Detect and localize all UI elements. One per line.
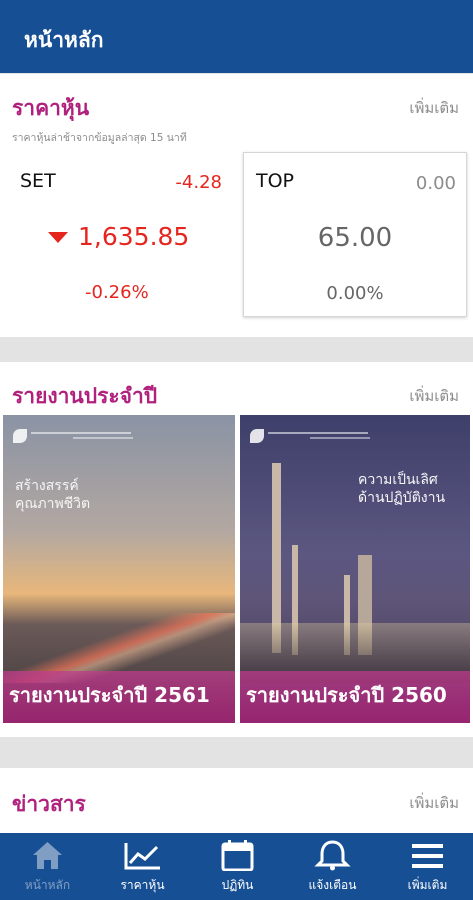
chart-icon [124, 843, 160, 870]
nav-more[interactable]: เพิ่มเติม [380, 833, 473, 900]
bell-icon [314, 840, 351, 871]
nav-label: เพิ่มเติม [407, 878, 448, 892]
section-title: ข่าวสาร [12, 792, 86, 816]
cover-title: สร้างสรรค์ คุณภาพชีวิต [15, 478, 91, 512]
page-title: หน้าหลัก [24, 28, 104, 52]
nav-label: ราคาหุ้น [120, 878, 165, 892]
nav-label: แจ้งเตือน [308, 878, 357, 892]
nav-calendar[interactable]: ปฏิทิน [190, 833, 285, 900]
top-stock-card[interactable]: TOP 0.00 65.00 0.00% [243, 152, 467, 317]
thaioil-logo [13, 429, 133, 443]
cover-title: ความเป็นเลิศ ด้านปฏิบัติงาน [358, 472, 446, 506]
annual-report-2561[interactable]: สร้างสรรค์ คุณภาพชีวิต รายงานประจำปี 256… [3, 415, 235, 723]
nav-notifications[interactable]: แจ้งเตือน [285, 833, 380, 900]
top-price: 65.00 [317, 223, 393, 253]
set-index-card[interactable]: SET -4.28 1,635.85 -0.26% [10, 152, 232, 318]
nav-home[interactable]: หน้าหลัก [0, 833, 95, 900]
set-percent: -0.26% [85, 282, 149, 303]
annual-more-link[interactable]: เพิ่มเติม [409, 384, 459, 408]
menu-icon [412, 844, 443, 868]
section-title: ราคาหุ้น [12, 96, 90, 120]
news-section: ข่าวสาร เพิ่มเติม [0, 768, 473, 838]
section-title: รายงานประจำปี [12, 384, 158, 408]
nav-label: หน้าหลัก [24, 878, 71, 892]
delay-note: ราคาหุ้นล่าช้าจากข้อมูลล่าสุด 15 นาที [12, 132, 187, 144]
nav-label: ปฏิทิน [221, 878, 254, 892]
cover-caption: รายงานประจำปี 2560 [246, 683, 447, 707]
home-icon [33, 842, 62, 869]
calendar-icon [221, 840, 254, 871]
app-header: หน้าหลัก [0, 0, 473, 73]
cover-caption-band: รายงานประจำปี 2560 [240, 671, 470, 723]
stock-more-link[interactable]: เพิ่มเติม [409, 96, 459, 120]
top-label: TOP [256, 170, 295, 192]
down-arrow-icon [48, 232, 68, 243]
thaioil-logo [250, 429, 370, 443]
top-percent: 0.00% [326, 283, 384, 304]
annual-report-2560[interactable]: ความเป็นเลิศ ด้านปฏิบัติงาน รายงานประจำป… [240, 415, 470, 723]
set-label: SET [20, 170, 56, 192]
news-more-link[interactable]: เพิ่มเติม [409, 791, 459, 815]
set-price: 1,635.85 [78, 222, 190, 251]
cover-caption-band: รายงานประจำปี 2561 [3, 671, 235, 723]
nav-stock[interactable]: ราคาหุ้น [95, 833, 190, 900]
cover-caption: รายงานประจำปี 2561 [9, 683, 210, 707]
top-change: 0.00 [415, 173, 456, 194]
bottom-navigation: หน้าหลัก ราคาหุ้น ปฏิทิน แจ้งเตือน เพิ่ม… [0, 833, 473, 900]
set-change: -4.28 [175, 172, 222, 193]
